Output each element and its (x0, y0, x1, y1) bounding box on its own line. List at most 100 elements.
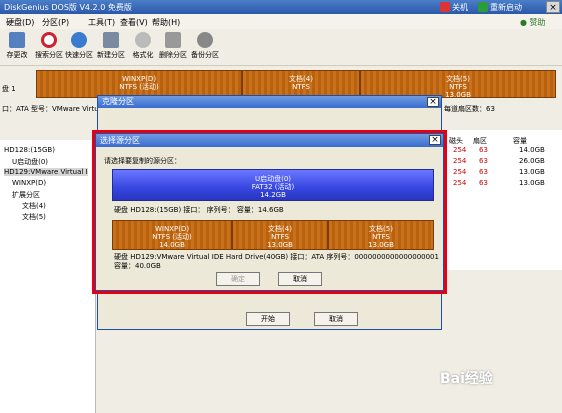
select-source-dialog: 选择源分区 × 请选择要复制的源分区： U启动盘(0) FAT32 (活动) 1… (95, 133, 444, 291)
backup-partition-button[interactable]: 备份分区 (188, 32, 222, 64)
restart-icon (478, 2, 488, 12)
menu-tools[interactable]: 工具(T) (88, 17, 115, 28)
sectors-info: 每道扇区数：63 (444, 105, 495, 113)
cancel-button[interactable]: 取消 (278, 272, 322, 286)
search-partition-label: 搜索分区 (35, 51, 63, 59)
partition-name: 文档(4) (268, 225, 292, 233)
tree-node-extended[interactable]: 扩展分区 (12, 190, 40, 200)
partition-size: 14.0GB (159, 241, 185, 249)
partition-fs: NTFS (449, 83, 467, 91)
backup-icon (197, 32, 213, 48)
partition-block-doc5[interactable]: 文档(5) NTFS 13.0GB (360, 70, 556, 99)
cell: 14.0GB (519, 146, 545, 154)
disk2-capacity: 容量：40.0GB (114, 262, 161, 270)
title-bar: DiskGenius DOS版 V4.2.0 免费版 关机 重新启动 × (0, 0, 562, 14)
source-partition-doc4[interactable]: 文档(4) NTFS 13.0GB (232, 220, 328, 250)
cell: 63 (479, 179, 488, 187)
cell: 63 (479, 168, 488, 176)
col-sectors: 扇区 (473, 137, 487, 145)
partition-name: 文档(5) (446, 75, 470, 83)
cancel-button[interactable]: 取消 (314, 312, 358, 326)
cell: 13.0GB (519, 168, 545, 176)
backup-partition-label: 备份分区 (191, 51, 219, 59)
format-button[interactable]: 格式化 (126, 32, 160, 64)
restart-label: 重新启动 (490, 2, 522, 12)
menu-partition[interactable]: 分区(P) (42, 17, 69, 28)
tree-node-doc4[interactable]: 文档(4) (22, 201, 46, 211)
cell: 63 (479, 157, 488, 165)
quick-partition-icon (71, 32, 87, 48)
tree-node-hd129[interactable]: HD129:VMware Virtual I (4, 168, 88, 176)
sponsor-link[interactable]: ● 赞助 (520, 17, 546, 28)
new-partition-icon (103, 32, 119, 48)
trash-icon (165, 32, 181, 48)
ok-button[interactable]: 确定 (216, 272, 260, 286)
menu-disk[interactable]: 硬盘(D) (6, 17, 34, 28)
partition-size: 13.0GB (267, 241, 293, 249)
partition-name: 文档(5) (369, 225, 393, 233)
new-partition-label: 新建分区 (97, 51, 125, 59)
shutdown-label: 关机 (452, 2, 468, 12)
partition-fs: NTFS (271, 233, 289, 241)
search-icon (41, 32, 57, 48)
menu-bar: 硬盘(D) 分区(P) 工具(T) 查看(V) 帮助(H) ● 赞助 (0, 14, 562, 29)
partition-block-doc4[interactable]: 文档(4) NTFS (242, 70, 360, 98)
disk2-info: 硬盘 HD129:VMware Virtual IDE Hard Drive(4… (114, 253, 439, 261)
search-partition-button[interactable]: 搜索分区 (32, 32, 66, 64)
cell: 254 (453, 157, 467, 165)
cell: 13.0GB (519, 179, 545, 187)
cell: 26.0GB (519, 157, 545, 165)
dialog-title: 选择源分区 (96, 134, 443, 147)
partition-fs: NTFS (372, 233, 390, 241)
usb-partition-block[interactable]: U启动盘(0) FAT32 (活动) 14.2GB (112, 169, 434, 201)
window-title: DiskGenius DOS版 V4.2.0 免费版 (4, 3, 132, 12)
cell: 63 (479, 146, 488, 154)
tree-node-doc5[interactable]: 文档(5) (22, 212, 46, 222)
restart-button[interactable]: 重新启动 (478, 1, 522, 13)
save-icon (9, 32, 25, 48)
menu-view[interactable]: 查看(V) (120, 17, 148, 28)
partition-name: WINXP(D) (154, 225, 190, 233)
save-changes-label: 存更改 (6, 51, 28, 59)
partition-block-winxp[interactable]: WINXP(D) NTFS (活动) (36, 70, 242, 98)
start-button[interactable]: 开始 (246, 312, 290, 326)
partition-fs: NTFS (292, 83, 310, 91)
tree-node-winxp[interactable]: WINXP(D) (12, 179, 46, 187)
menu-help[interactable]: 帮助(H) (152, 17, 180, 28)
partition-size: 14.2GB (260, 191, 286, 199)
tree-node-usb[interactable]: U启动盘(0) (12, 157, 48, 167)
partition-name: U启动盘(0) (254, 175, 292, 183)
partition-table: 磁头 扇区 容量 254 63 14.0GB 254 63 26.0GB 254… (445, 130, 562, 270)
format-icon (135, 32, 151, 48)
partition-fs: NTFS (活动) (119, 83, 159, 91)
quick-partition-button[interactable]: 快速分区 (62, 32, 96, 64)
partition-name: WINXP(D) (121, 75, 157, 83)
quick-partition-label: 快速分区 (65, 51, 93, 59)
close-icon[interactable]: × (427, 97, 439, 107)
delete-partition-label: 删除分区 (159, 51, 187, 59)
disk-info-text: 口：ATA 型号：VMware Virtual I (2, 105, 110, 113)
format-label: 格式化 (132, 51, 154, 59)
cell: 254 (453, 179, 467, 187)
cell: 254 (453, 146, 467, 154)
toolbar: 存更改 搜索分区 快速分区 新建分区 格式化 删除分区 备份分区 (0, 30, 562, 66)
close-icon[interactable]: × (546, 1, 560, 13)
power-icon (440, 2, 450, 12)
source-partition-doc5[interactable]: 文档(5) NTFS 13.0GB (328, 220, 434, 250)
col-heads: 磁头 (449, 137, 463, 145)
disk1-info: 硬盘 HD128:(15GB) 接口： 序列号： 容量：14.6GB (114, 206, 284, 214)
close-icon[interactable]: × (429, 135, 441, 145)
disk-tree: HD128:(15GB) U启动盘(0) HD129:VMware Virtua… (0, 140, 96, 413)
source-partition-winxp[interactable]: WINXP(D) NTFS (活动) 14.0GB (112, 220, 232, 250)
col-capacity: 容量 (513, 137, 527, 145)
cell: 254 (453, 168, 467, 176)
save-changes-button[interactable]: 存更改 (0, 32, 34, 64)
tree-node-hd128[interactable]: HD128:(15GB) (4, 146, 55, 154)
partition-size: 13.0GB (368, 241, 394, 249)
prompt-text: 请选择要复制的源分区： (104, 157, 181, 165)
shutdown-button[interactable]: 关机 (440, 1, 468, 13)
new-partition-button[interactable]: 新建分区 (94, 32, 128, 64)
partition-name: 文档(4) (289, 75, 313, 83)
delete-partition-button[interactable]: 删除分区 (156, 32, 190, 64)
partition-fs: FAT32 (活动) (251, 183, 295, 191)
